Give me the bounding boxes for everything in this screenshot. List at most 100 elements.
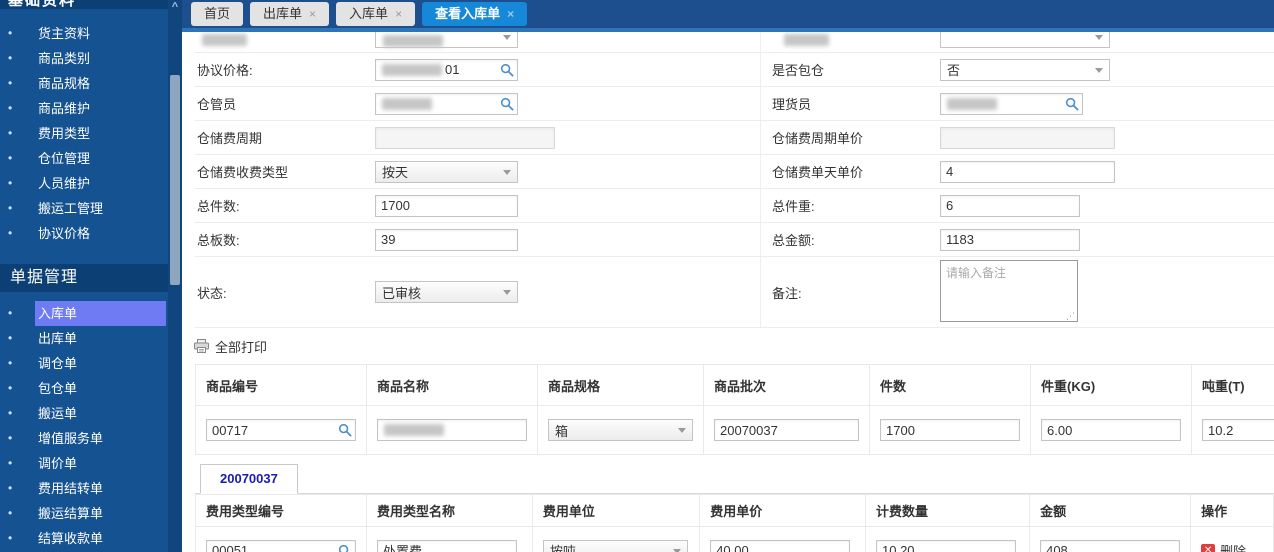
column-header: 金额 — [1030, 495, 1191, 527]
sidebar-section-basic-data[interactable]: 基础资料 — [0, 0, 182, 9]
storage-fee-cycle-input — [375, 127, 555, 149]
field-label: 仓储费单天单价 — [760, 162, 940, 181]
search-icon[interactable] — [338, 423, 352, 437]
fee-type-code-input[interactable] — [206, 540, 356, 552]
sidebar-scrollbar[interactable]: ^ — [168, 0, 182, 552]
form-row: 仓储费周期 仓储费周期单价 — [195, 121, 1274, 155]
section-title: 基础资料 — [8, 0, 76, 9]
product-spec-select: 箱 — [548, 419, 693, 441]
chevron-down-icon — [1095, 35, 1103, 40]
sidebar-item-handling-settle-order[interactable]: •搬运结算单 — [0, 501, 166, 526]
form-row: 总件数: 总件重: — [195, 189, 1274, 223]
storage-fee-cycle-price-input — [940, 127, 1115, 149]
printer-icon — [194, 339, 209, 353]
sidebar-item-settle-receipt-order[interactable]: •结算收款单 — [0, 526, 166, 551]
field-label: 理货员 — [760, 94, 940, 113]
bullet-icon: • — [8, 146, 12, 171]
total-pieces-input[interactable] — [375, 195, 518, 217]
sidebar-item-staff-maintain[interactable]: •人员维护 — [0, 171, 166, 196]
sidebar-item-transfer-order[interactable]: •调仓单 — [0, 351, 166, 376]
sidebar-item-fee-type[interactable]: •费用类型 — [0, 121, 166, 146]
piece-weight-input[interactable] — [1041, 419, 1181, 441]
whole-rent-select[interactable]: 否 — [940, 59, 1110, 81]
delete-icon: ✕ — [1201, 544, 1215, 552]
sidebar-item-label: 人员维护 — [38, 176, 90, 191]
column-header: 计费数量 — [866, 495, 1030, 527]
sidebar-item-bin-manage[interactable]: •仓位管理 — [0, 146, 166, 171]
redacted-text — [382, 64, 442, 76]
sidebar-item-fee-carryover-order[interactable]: •费用结转单 — [0, 476, 166, 501]
warehouse-select[interactable] — [375, 32, 518, 48]
fee-unit-price-input[interactable] — [710, 540, 850, 552]
sidebar-item-outbound-order[interactable]: •出库单 — [0, 326, 166, 351]
sidebar-item-product-maintain[interactable]: •商品维护 — [0, 96, 166, 121]
tab-home[interactable]: 首页 — [191, 2, 243, 26]
sidebar-item-porter-manage[interactable]: •搬运工管理 — [0, 196, 166, 221]
bullet-icon: • — [8, 46, 12, 71]
remarks-textarea[interactable] — [940, 260, 1078, 322]
sidebar-item-inbound-order[interactable]: •入库单 — [0, 301, 166, 326]
fee-qty-input[interactable] — [876, 540, 1016, 552]
sidebar-item-agreement-price[interactable]: •协议价格 — [0, 221, 166, 246]
close-icon[interactable]: × — [395, 8, 402, 20]
sidebar-section-doc-manage[interactable]: 单据管理 — [0, 264, 182, 292]
search-icon[interactable] — [338, 544, 352, 552]
product-name-field — [377, 419, 527, 441]
search-icon[interactable] — [1065, 97, 1079, 111]
tab-outbound[interactable]: 出库单× — [250, 2, 329, 26]
tab-view-inbound[interactable]: 查看入库单 × — [422, 2, 527, 26]
sidebar-item-product-spec[interactable]: •商品规格 — [0, 71, 166, 96]
total-amount-input[interactable] — [940, 229, 1080, 251]
column-header: 费用单位 — [532, 495, 699, 527]
tab-label: 查看入库单 — [435, 2, 500, 26]
chevron-down-icon — [678, 428, 686, 433]
resize-grip-icon[interactable]: ⋰ — [1066, 312, 1075, 321]
sidebar-item-label: 商品规格 — [38, 76, 90, 91]
tab-inbound[interactable]: 入库单 × — [336, 2, 415, 26]
product-table: 商品编号 商品名称 商品规格 商品批次 件数 件重(KG) 吨重(T) — [195, 364, 1274, 455]
sidebar-item-whole-rent-order[interactable]: •包仓单 — [0, 376, 166, 401]
sidebar-item-handling-order[interactable]: •搬运单 — [0, 401, 166, 426]
bullet-icon: • — [8, 401, 12, 426]
search-icon[interactable] — [500, 63, 514, 77]
section-title: 单据管理 — [10, 269, 78, 286]
app-window: 基础资料 •货主资料 •商品类别 •商品规格 •商品维护 •费用类型 •仓位管理… — [0, 0, 1274, 552]
product-batch-input[interactable] — [714, 419, 859, 441]
column-header: 件重(KG) — [1031, 365, 1192, 406]
tally-clerk-lookup — [940, 93, 1083, 115]
close-icon[interactable]: × — [507, 8, 514, 20]
total-piece-weight-input[interactable] — [940, 195, 1080, 217]
sidebar-item-product-category[interactable]: • 商品类别 — [0, 46, 166, 71]
close-icon[interactable]: × — [309, 8, 316, 20]
bullet-icon: • — [8, 221, 12, 246]
form-row: 总板数: 总金额: — [195, 223, 1274, 257]
tab-label: 入库单 — [349, 2, 388, 26]
bullet-icon: • — [8, 376, 12, 401]
sidebar-item-price-adjust-order[interactable]: •调价单 — [0, 451, 166, 476]
storage-fee-daily-price-input[interactable] — [940, 161, 1115, 183]
clipped-select[interactable] — [940, 32, 1110, 48]
delete-row-button[interactable]: ✕ 删除 — [1201, 541, 1263, 552]
redacted-text — [202, 34, 247, 46]
sidebar-item-owner-data[interactable]: •货主资料 — [0, 21, 166, 46]
sidebar-item-value-added-order[interactable]: •增值服务单 — [0, 426, 166, 451]
field-label: 仓储费周期 — [195, 128, 375, 147]
search-icon[interactable] — [500, 97, 514, 111]
bullet-icon: • — [8, 326, 12, 351]
pieces-input[interactable] — [880, 419, 1020, 441]
product-code-input[interactable] — [206, 419, 356, 441]
redacted-text — [383, 35, 443, 47]
scroll-up-icon[interactable]: ^ — [168, 0, 182, 16]
scrollbar-thumb[interactable] — [170, 75, 180, 285]
bullet-icon: • — [8, 351, 12, 376]
fee-type-name-input[interactable] — [377, 540, 517, 552]
bullet-icon: • — [8, 451, 12, 476]
fee-amount-input[interactable] — [1040, 540, 1180, 552]
print-all-button[interactable]: 全部打印 — [182, 328, 1274, 364]
ton-weight-input[interactable] — [1202, 419, 1274, 441]
select-value: 箱 — [555, 421, 568, 440]
total-pallets-input[interactable] — [375, 229, 518, 251]
sidebar-item-label: 商品类别 — [38, 51, 90, 66]
product-table-header-row: 商品编号 商品名称 商品规格 商品批次 件数 件重(KG) 吨重(T) — [196, 365, 1274, 406]
batch-tab[interactable]: 20070037 — [200, 464, 298, 494]
